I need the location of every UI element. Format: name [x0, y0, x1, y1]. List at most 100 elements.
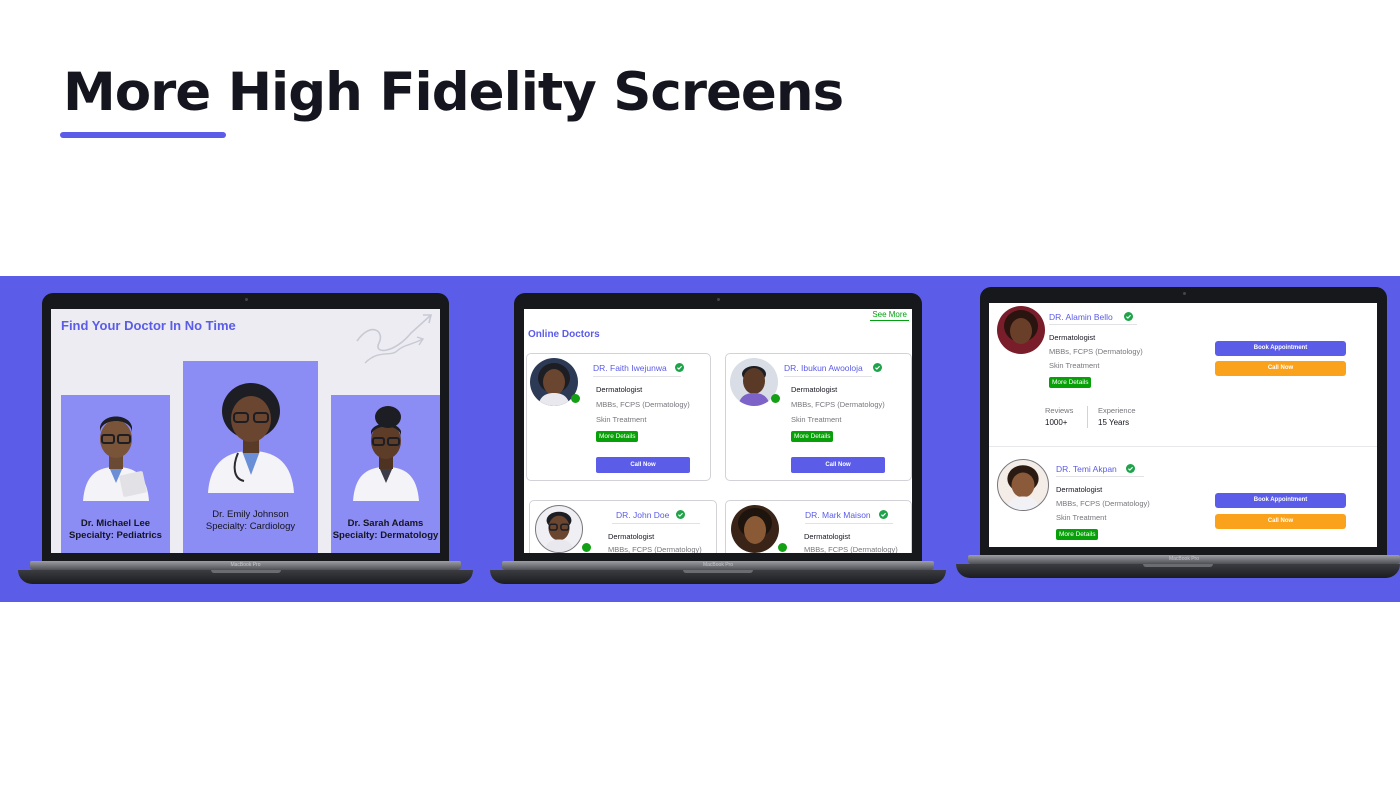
doctor-specialty: Specialty: Pediatrics [69, 530, 162, 541]
doctor-specialty: Specialty: Dermatology [332, 530, 439, 541]
online-doctor-card[interactable]: DR. Faith Iwejunwa Dermatologist MBBs, F… [526, 353, 711, 481]
doctor-specialty: Specialty: Cardiology [205, 521, 296, 532]
doctor-avatar [535, 505, 583, 553]
laptop-1-chin: MacBook Pro [30, 561, 461, 570]
doctor-qualification: MBBs, FCPS (Dermatology) [804, 545, 898, 553]
doctor-name[interactable]: DR. John Doe [616, 510, 669, 520]
doctor-portrait-icon [1004, 310, 1038, 344]
verified-badge-icon [1124, 312, 1133, 321]
online-doctor-card[interactable]: DR. Mark Maison Dermatologist MBBs, FCPS… [725, 500, 912, 553]
doctor-portrait-icon [738, 508, 772, 544]
doctor-specialty: Dermatologist [791, 385, 838, 394]
call-now-button[interactable]: Call Now [791, 457, 885, 473]
doctor-specialty: Dermatologist [596, 385, 643, 394]
doctor-name[interactable]: DR. Faith Iwejunwa [593, 363, 667, 373]
laptop-2-lid: See More Online Doctors DR. Faith Iwejun… [514, 293, 922, 563]
laptop-model-label: MacBook Pro [230, 562, 261, 568]
doctor-caption: Dr. Sarah Adams Specialty: Dermatology [331, 518, 440, 542]
online-status-dot [582, 543, 591, 552]
name-divider [784, 376, 872, 377]
name-divider [805, 523, 893, 524]
experience-value: 15 Years [1098, 418, 1130, 427]
name-divider [612, 523, 700, 524]
online-status-dot [771, 394, 780, 403]
more-details-button[interactable]: More Details [1056, 529, 1099, 540]
name-divider [1056, 476, 1144, 477]
camera [244, 298, 248, 301]
more-details-button[interactable]: More Details [1049, 377, 1092, 388]
doctor-specialty: Dermatologist [608, 532, 655, 541]
doctor-name[interactable]: DR. Temi Akpan [1056, 464, 1117, 474]
call-now-button[interactable]: Call Now [596, 457, 690, 473]
verified-badge-icon [1126, 464, 1135, 473]
laptop-model-label: MacBook Pro [1168, 556, 1199, 562]
laptop-model-label: MacBook Pro [702, 562, 733, 568]
doctor-avatar [997, 306, 1045, 354]
verified-badge-icon [873, 363, 882, 372]
doctor-name[interactable]: DR. Mark Maison [805, 510, 871, 520]
doctor-name: Dr. Emily Johnson [212, 509, 289, 520]
laptop-notch [1143, 564, 1213, 567]
reviews-label: Reviews [1045, 406, 1074, 415]
laptop-3: DR. Alamin Bello Dermatologist MBBs, FCP… [956, 287, 1400, 587]
doctor-specialty: Dermatologist [1049, 333, 1096, 342]
screen-find-doctor: Find Your Doctor In No Time Dr. Michael … [51, 309, 440, 553]
laptop-1: Find Your Doctor In No Time Dr. Michael … [18, 293, 473, 591]
doctor-avatar-icon [207, 383, 294, 493]
doctor-caption: Dr. Emily Johnson Specialty: Cardiology [183, 509, 318, 533]
camera [717, 298, 720, 301]
doctor-avatar-icon [82, 416, 149, 501]
camera [1182, 292, 1186, 295]
arrow-doodle-icon [356, 314, 433, 364]
laptop-3-base [956, 564, 1400, 578]
online-status-dot [571, 394, 580, 403]
laptop-notch [683, 570, 753, 573]
more-details-button[interactable]: More Details [791, 431, 834, 442]
doctor-avatar [731, 505, 779, 553]
doctor-card[interactable]: Dr. Michael Lee Specialty: Pediatrics [61, 395, 170, 553]
stats-divider [1087, 406, 1088, 428]
screen-online-doctors: See More Online Doctors DR. Faith Iwejun… [524, 309, 912, 553]
doctor-treatment: Skin Treatment [1056, 513, 1107, 522]
verified-badge-icon [879, 510, 888, 519]
laptop-notch [210, 570, 281, 573]
doctor-avatar-icon [352, 406, 419, 501]
title-underline [60, 132, 226, 138]
more-details-button[interactable]: More Details [596, 431, 639, 442]
name-divider [1049, 324, 1137, 325]
doctor-specialty: Dermatologist [1056, 485, 1103, 494]
book-appointment-button[interactable]: Book Appointment [1215, 341, 1346, 356]
online-status-dot [778, 543, 787, 552]
doctor-name[interactable]: DR. Ibukun Awooloja [784, 363, 863, 373]
doctor-caption: Dr. Michael Lee Specialty: Pediatrics [61, 518, 170, 542]
online-doctor-card[interactable]: DR. John Doe Dermatologist MBBs, FCPS (D… [529, 500, 717, 553]
screen-doctor-details: DR. Alamin Bello Dermatologist MBBs, FCP… [989, 303, 1377, 547]
book-appointment-button[interactable]: Book Appointment [1215, 493, 1346, 508]
see-more-link[interactable]: See More [870, 309, 909, 321]
doctor-name: Dr. Michael Lee [80, 518, 151, 529]
laptop-1-base [18, 570, 473, 584]
online-doctor-card[interactable]: DR. Ibukun Awooloja Dermatologist MBBs, … [725, 353, 912, 481]
doctor-specialty: Dermatologist [804, 532, 851, 541]
experience-label: Experience [1098, 406, 1136, 415]
call-now-button[interactable]: Call Now [1215, 361, 1346, 376]
laptop-3-lid: DR. Alamin Bello Dermatologist MBBs, FCP… [980, 287, 1387, 557]
reviews-value: 1000+ [1045, 418, 1068, 427]
doctor-qualification: MBBs, FCPS (Dermatology) [791, 400, 885, 409]
verified-badge-icon [675, 363, 684, 372]
online-doctors-title: Online Doctors [528, 329, 600, 340]
doctor-name: Dr. Sarah Adams [347, 518, 424, 529]
doctor-card[interactable]: Dr. Emily Johnson Specialty: Cardiology [183, 361, 318, 553]
doctor-qualification: MBBs, FCPS (Dermatology) [596, 400, 690, 409]
find-doctor-heading: Find Your Doctor In No Time [61, 318, 236, 333]
doctor-card[interactable]: Dr. Sarah Adams Specialty: Dermatology [331, 395, 440, 553]
call-now-button[interactable]: Call Now [1215, 514, 1346, 529]
doctor-portrait-icon [1006, 465, 1040, 510]
laptop-2-chin: MacBook Pro [502, 561, 934, 570]
doctor-treatment: Skin Treatment [596, 415, 647, 424]
doctor-treatment: Skin Treatment [1049, 361, 1100, 370]
doctor-portrait-icon [543, 511, 575, 552]
doctor-name[interactable]: DR. Alamin Bello [1049, 312, 1113, 322]
verified-badge-icon [676, 510, 685, 519]
laptop-3-chin: MacBook Pro [968, 555, 1400, 564]
